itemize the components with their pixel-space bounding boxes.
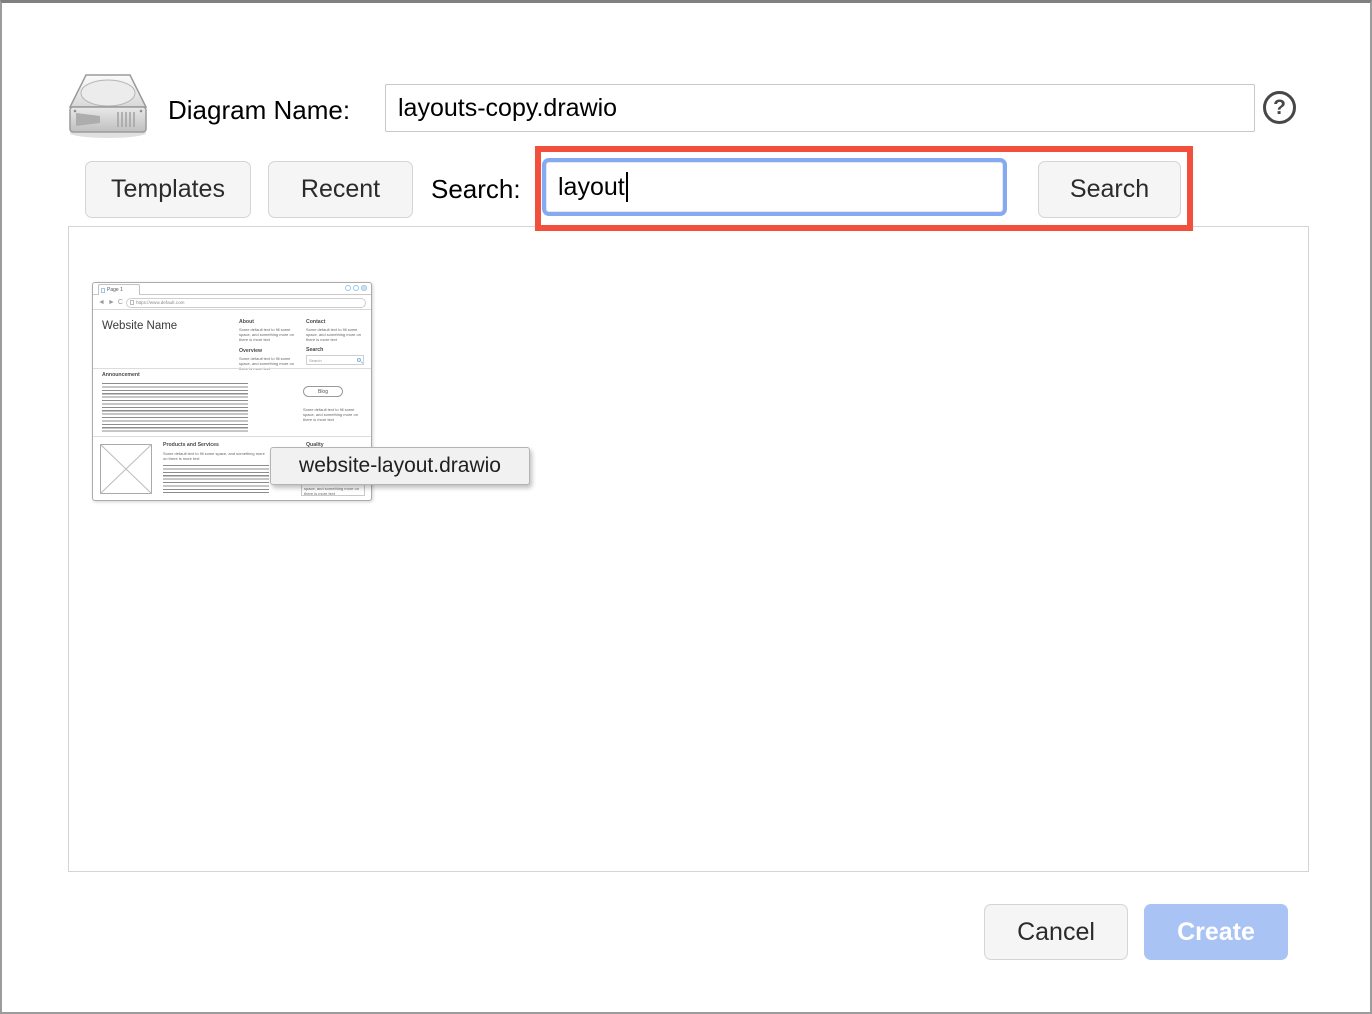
search-input-value: layout xyxy=(558,173,625,202)
window-circle-icon xyxy=(345,285,351,291)
create-button[interactable]: Create xyxy=(1144,904,1288,960)
url-field: https://www.default.com xyxy=(126,298,366,308)
window-buttons xyxy=(345,285,367,291)
divider xyxy=(93,368,371,369)
paragraph-lines xyxy=(102,383,248,434)
templates-button[interactable]: Templates xyxy=(85,161,251,218)
text-caret xyxy=(626,172,628,202)
forward-arrow-icon: ► xyxy=(108,299,115,306)
recent-button[interactable]: Recent xyxy=(268,161,413,218)
middle-column: About Some default text to fill some spa… xyxy=(239,319,299,371)
section-heading-contact: Contact xyxy=(306,319,368,325)
browser-url-bar: ◄ ► C https://www.default.com xyxy=(93,296,371,310)
filler-text: Some default text to fill some space, an… xyxy=(306,327,368,342)
browser-tab: Page 1 xyxy=(98,284,140,295)
filler-text: Some default text to fill some space, an… xyxy=(163,451,269,461)
create-diagram-dialog: Diagram Name: ? Templates Recent Search:… xyxy=(0,0,1372,1014)
paragraph-lines xyxy=(163,465,269,493)
tooltip: website-layout.drawio xyxy=(270,447,530,485)
help-icon[interactable]: ? xyxy=(1263,91,1296,124)
tab-label: Page 1 xyxy=(107,287,123,293)
diagram-name-input[interactable] xyxy=(385,84,1255,132)
window-circle-icon xyxy=(361,285,367,291)
back-arrow-icon: ◄ xyxy=(98,299,105,306)
page-icon xyxy=(101,288,105,293)
tooltip-text: website-layout.drawio xyxy=(299,454,501,478)
search-input[interactable]: layout xyxy=(542,158,1007,216)
filler-text: Some default text to fill some space, an… xyxy=(239,327,299,342)
blog-button: Blog xyxy=(303,386,343,397)
divider xyxy=(93,436,371,437)
section-heading-search: Search xyxy=(306,347,368,353)
cancel-button[interactable]: Cancel xyxy=(984,904,1128,960)
refresh-icon: C xyxy=(118,299,123,306)
right-column: Contact Some default text to fill some s… xyxy=(306,319,368,365)
url-text: https://www.default.com xyxy=(136,300,185,305)
window-circle-icon xyxy=(353,285,359,291)
browser-tab-bar: Page 1 xyxy=(93,283,371,295)
mini-search-field: Search xyxy=(306,355,364,365)
mini-search-placeholder: Search xyxy=(309,358,322,363)
magnifier-icon xyxy=(357,358,361,362)
diagram-name-label: Diagram Name: xyxy=(168,95,350,126)
section-heading-announcement: Announcement xyxy=(102,372,140,378)
section-heading-about: About xyxy=(239,319,299,325)
search-button[interactable]: Search xyxy=(1038,161,1181,218)
filler-text: Some default text to fill some space, an… xyxy=(239,356,299,371)
filler-text: Some default text to fill some space, an… xyxy=(303,407,365,422)
search-label: Search: xyxy=(431,174,521,205)
hard-disk-icon xyxy=(66,71,150,139)
site-title: Website Name xyxy=(102,320,177,332)
image-placeholder-icon xyxy=(100,444,152,494)
page-icon xyxy=(130,300,134,305)
section-heading-products: Products and Services xyxy=(163,442,219,448)
section-heading-overview: Overview xyxy=(239,348,299,354)
